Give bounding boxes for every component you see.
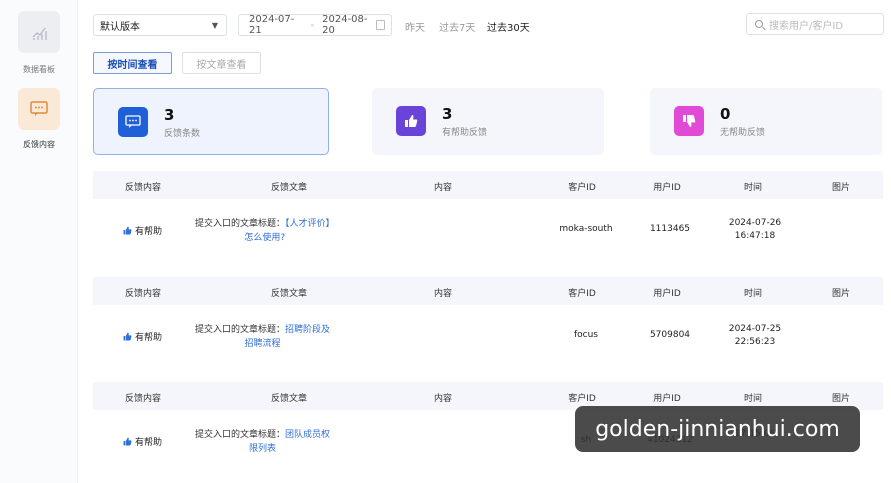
column-header: 内容 xyxy=(433,289,453,299)
view-by-article-button[interactable]: 按文章查看 xyxy=(182,52,261,74)
column-header: 反馈文章 xyxy=(270,394,308,404)
column-header: 时间 xyxy=(743,289,763,299)
article-prefix: 提交入口的文章标题： xyxy=(195,219,286,229)
column-header: 反馈内容 xyxy=(124,183,162,193)
feedback-clock: 16:47:18 xyxy=(734,231,776,241)
calendar-icon xyxy=(375,20,385,30)
article-title: 提交入口的文章标题：【人才评价】怎么使用? xyxy=(195,217,335,245)
article-prefix: 提交入口的文章标题： xyxy=(195,325,286,335)
date-separator: - xyxy=(310,19,315,31)
range-yesterday[interactable]: 昨天 xyxy=(405,19,425,34)
stat-label: 无帮助反馈 xyxy=(720,128,766,138)
column-header: 内容 xyxy=(433,394,453,404)
article-link-continued[interactable]: 招聘流程 xyxy=(195,337,330,351)
stat-label: 有帮助反馈 xyxy=(442,128,488,138)
table-row[interactable]: 有帮助 提交入口的文章标题：【人才评价】怎么使用? moka-south 111346… xyxy=(93,199,883,274)
article-link[interactable]: 【人才评价】 xyxy=(285,219,335,229)
date-start[interactable]: 2024-07-21 xyxy=(249,14,303,36)
sidebar-item-label: 数据看板 xyxy=(23,65,55,74)
column-header: 用户ID xyxy=(653,394,681,404)
user-id: 5709804 xyxy=(649,330,691,340)
stat-value: 3 xyxy=(164,106,175,124)
table-header: 反馈内容 反馈文章 内容 客户ID 用户ID 时间 图片 xyxy=(93,277,883,305)
article-link-continued[interactable]: 限列表 xyxy=(195,442,330,456)
article-link-continued[interactable]: 怎么使用? xyxy=(195,231,335,245)
feedback-clock: 22:56:23 xyxy=(734,337,776,347)
column-header: 图片 xyxy=(831,183,851,193)
user-id: 1113465 xyxy=(649,224,691,234)
date-end[interactable]: 2024-08-20 xyxy=(322,14,376,36)
stat-value: 0 xyxy=(720,105,731,123)
column-header: 内容 xyxy=(433,183,453,193)
thumbs-up-icon xyxy=(396,106,426,136)
column-header: 反馈文章 xyxy=(270,183,308,193)
thumbs-up-icon xyxy=(123,437,132,446)
column-header: 反馈文章 xyxy=(270,289,308,299)
sidebar: 数据看板 反馈内容 xyxy=(0,0,78,483)
feedback-type-label: 有帮助 xyxy=(135,438,163,448)
watermark: golden-jinnianhui.com xyxy=(575,406,860,452)
sidebar-item-dashboard[interactable]: 数据看板 xyxy=(0,11,78,75)
date-range-picker[interactable]: 2024-07-21 - 2024-08-20 xyxy=(238,14,392,36)
customer-id: focus xyxy=(573,330,599,340)
column-header: 时间 xyxy=(743,394,763,404)
range-last-7-days[interactable]: 过去7天 xyxy=(439,19,475,34)
column-header: 客户ID xyxy=(568,394,596,404)
caret-down-icon: ▼ xyxy=(211,20,218,30)
version-select[interactable]: 默认版本 ▼ xyxy=(93,14,227,36)
sidebar-item-label: 反馈内容 xyxy=(23,140,55,149)
feedback-date: 2024-07-26 xyxy=(728,218,782,228)
stat-card-unhelpful[interactable]: 0 无帮助反馈 xyxy=(650,88,882,155)
feedback-type-label: 有帮助 xyxy=(135,227,163,237)
article-title: 提交入口的文章标题：招聘阶段及招聘流程 xyxy=(195,323,330,351)
article-prefix: 提交入口的文章标题： xyxy=(195,430,286,440)
feedback-type: 有帮助 xyxy=(123,224,162,237)
stat-value: 3 xyxy=(442,105,453,123)
bar-chart-icon xyxy=(18,11,60,53)
stat-card-helpful[interactable]: 3 有帮助反馈 xyxy=(372,88,604,155)
stat-card-total-feedback[interactable]: 3 反馈条数 xyxy=(93,88,329,155)
sidebar-item-feedback[interactable]: 反馈内容 xyxy=(0,88,78,150)
message-icon xyxy=(118,107,148,137)
article-title: 提交入口的文章标题：团队成员权限列表 xyxy=(195,428,330,456)
search-icon xyxy=(755,20,763,28)
feedback-time: 2024-07-26 16:47:18 xyxy=(729,217,781,243)
article-link[interactable]: 团队成员权 xyxy=(285,430,330,440)
column-header: 客户ID xyxy=(568,289,596,299)
column-header: 反馈内容 xyxy=(124,289,162,299)
customer-id: moka-south xyxy=(559,224,613,234)
thumbs-up-icon xyxy=(123,332,132,341)
thumbs-up-icon xyxy=(123,226,132,235)
column-header: 图片 xyxy=(831,289,851,299)
column-header: 时间 xyxy=(743,183,763,193)
feedback-type: 有帮助 xyxy=(123,330,162,343)
table-header: 反馈内容 反馈文章 内容 客户ID 用户ID 时间 图片 xyxy=(93,171,883,199)
feedback-type-label: 有帮助 xyxy=(135,333,163,343)
view-by-time-button[interactable]: 按时间查看 xyxy=(93,52,172,74)
thumbs-down-icon xyxy=(674,106,704,136)
search-placeholder: 搜索用户/客户ID xyxy=(769,20,844,32)
column-header: 图片 xyxy=(831,394,851,404)
column-header: 客户ID xyxy=(568,183,596,193)
feedback-time: 2024-07-25 22:56:23 xyxy=(729,323,781,349)
feedback-message-icon xyxy=(18,88,60,130)
column-header: 用户ID xyxy=(653,289,681,299)
table-row[interactable]: 有帮助 提交入口的文章标题：招聘阶段及招聘流程 focus 5709804 2024-0… xyxy=(93,305,883,380)
feedback-date: 2024-07-25 xyxy=(728,324,782,334)
version-select-value: 默认版本 xyxy=(100,21,140,33)
search-input[interactable]: 搜索用户/客户ID xyxy=(746,13,884,35)
article-link[interactable]: 招聘阶段及 xyxy=(285,325,330,335)
stat-label: 反馈条数 xyxy=(164,129,201,139)
range-last-30-days[interactable]: 过去30天 xyxy=(487,19,530,34)
column-header: 用户ID xyxy=(653,183,681,193)
column-header: 反馈内容 xyxy=(124,394,162,404)
feedback-type: 有帮助 xyxy=(123,435,162,448)
